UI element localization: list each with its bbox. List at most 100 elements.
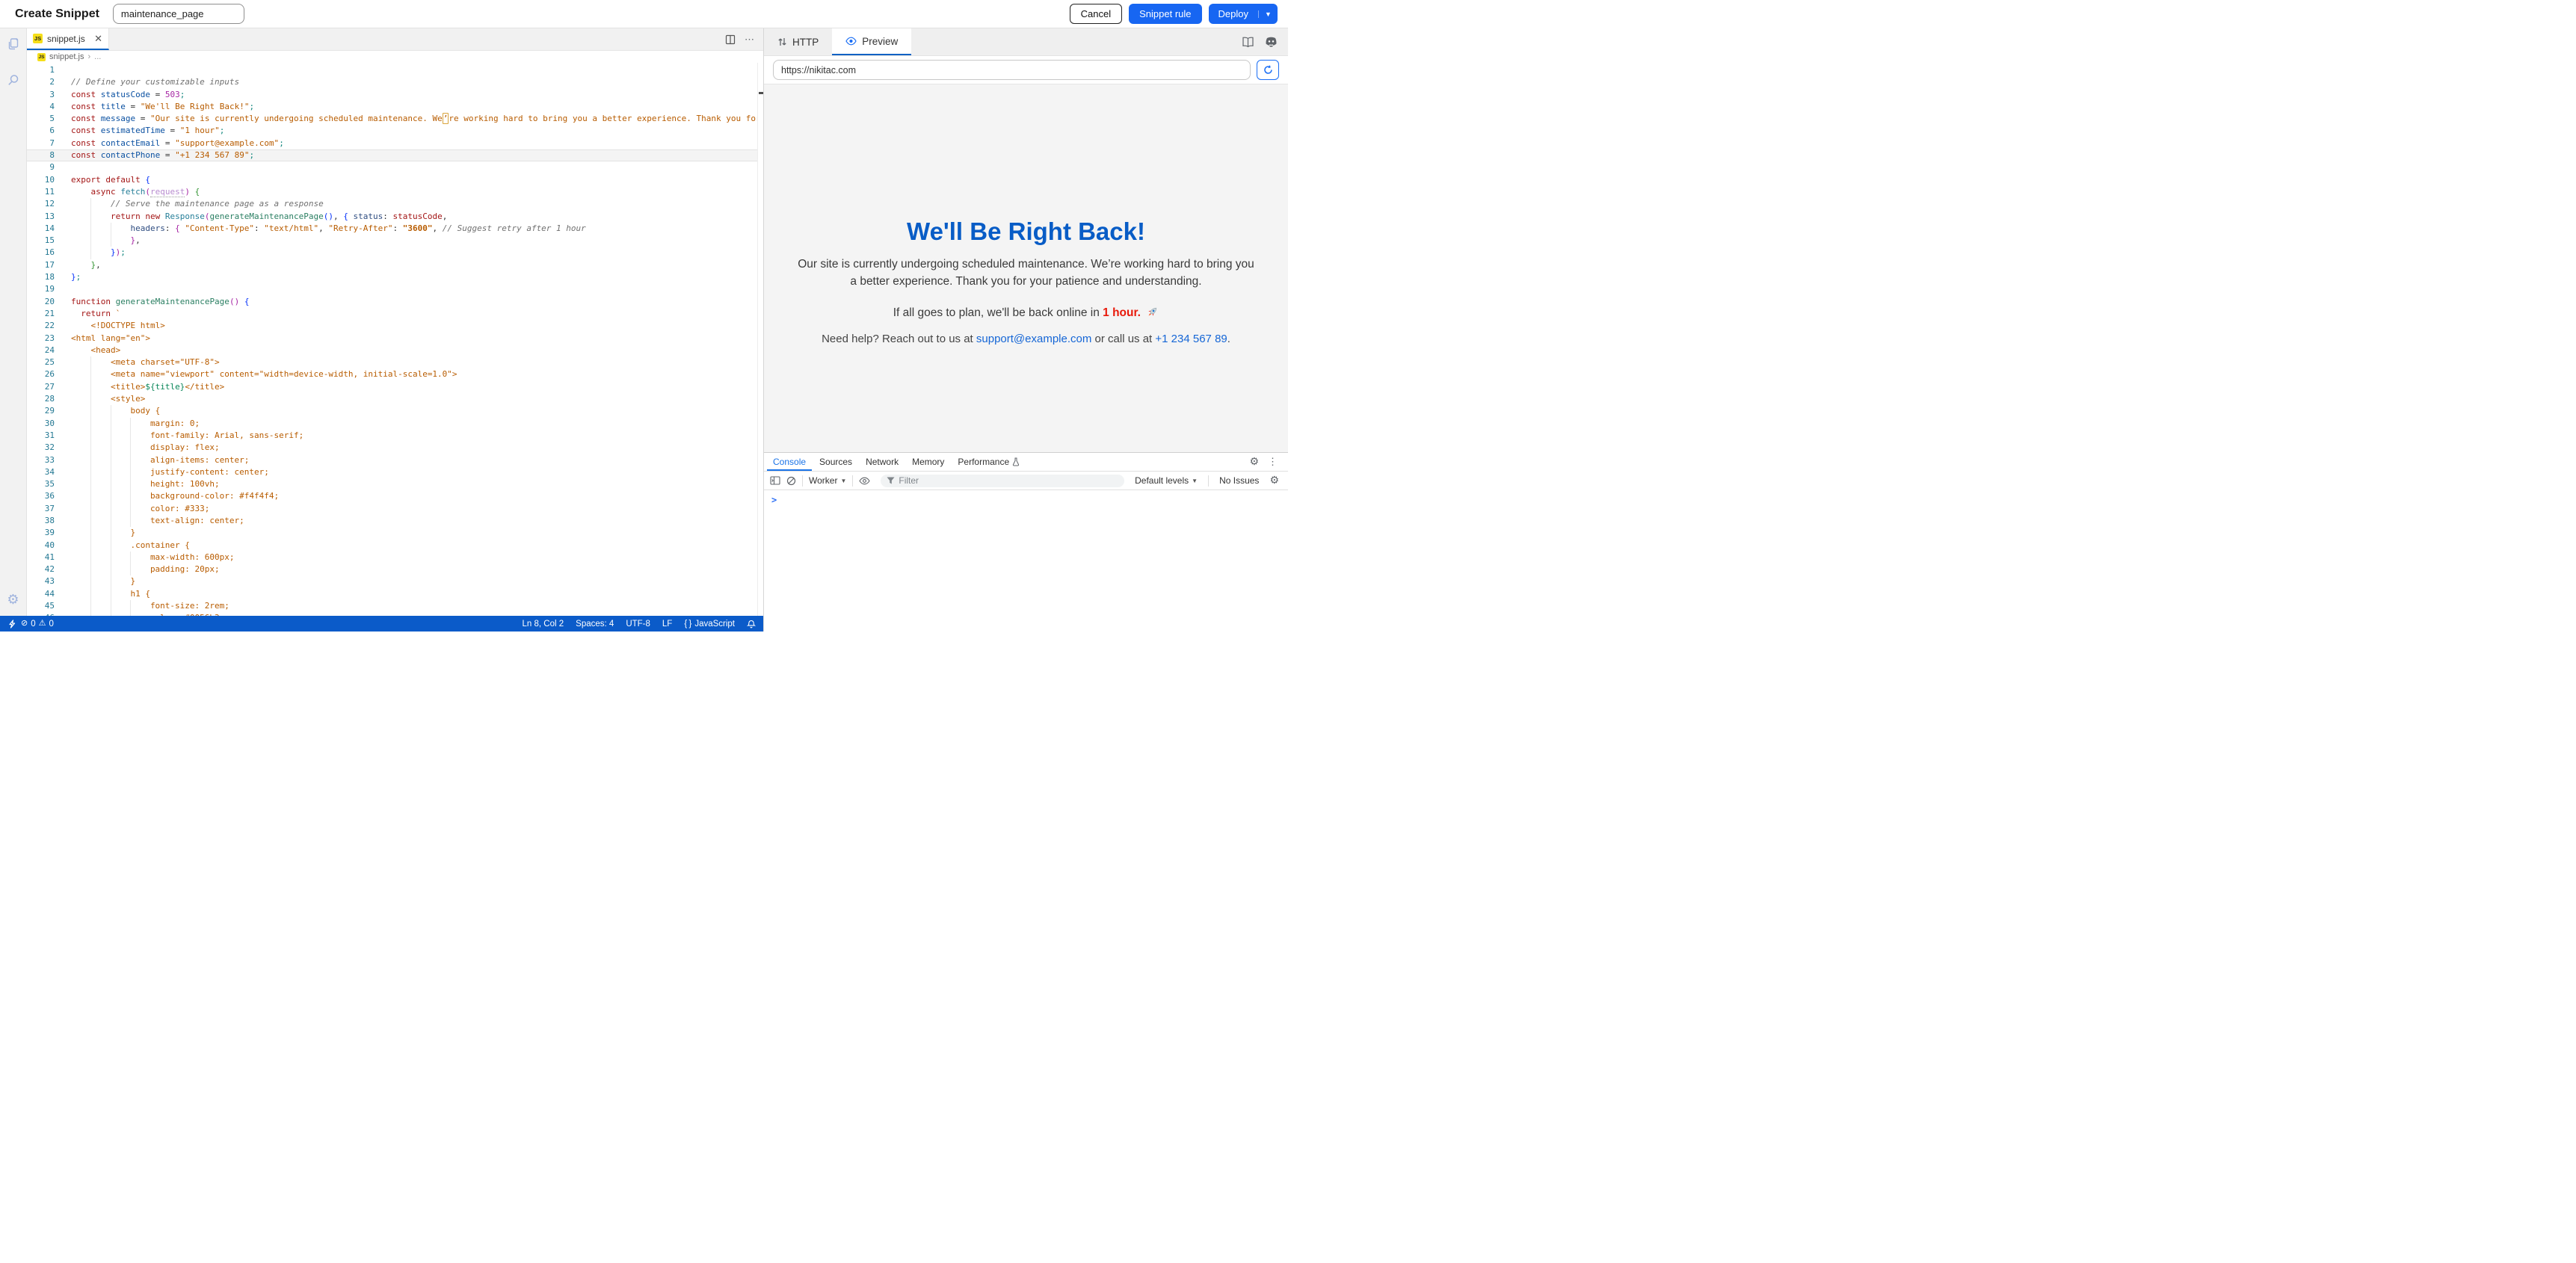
- cursor-position[interactable]: Ln 8, Col 2: [523, 620, 564, 629]
- code-line[interactable]: 9: [27, 161, 763, 173]
- breadcrumb-file[interactable]: snippet.js: [49, 52, 84, 61]
- code-line[interactable]: 25<meta charset="UTF-8">: [27, 356, 763, 368]
- notifications-bell-icon[interactable]: [747, 620, 756, 629]
- tab-memory[interactable]: Memory: [906, 453, 950, 471]
- code-line[interactable]: 18};: [27, 271, 763, 283]
- deploy-button[interactable]: Deploy: [1209, 8, 1258, 19]
- snippet-name-input[interactable]: [113, 4, 244, 24]
- code-line[interactable]: 14headers: { "Content-Type": "text/html"…: [27, 223, 763, 235]
- live-expression-eye-icon[interactable]: [859, 477, 870, 485]
- console-sidebar-icon[interactable]: [770, 476, 780, 485]
- tab-console[interactable]: Console: [767, 453, 812, 471]
- tab-sources[interactable]: Sources: [813, 453, 858, 471]
- files-icon[interactable]: [5, 36, 22, 52]
- tab-http[interactable]: HTTP: [764, 28, 832, 55]
- breadcrumb-more[interactable]: ...: [94, 52, 101, 61]
- code-line[interactable]: 46color: #0056b3;: [27, 612, 763, 616]
- discord-icon[interactable]: [1265, 37, 1278, 47]
- code-line[interactable]: 10export default {: [27, 174, 763, 186]
- code-line[interactable]: 33align-items: center;: [27, 454, 763, 466]
- braces-icon: { }: [684, 620, 691, 629]
- console-output[interactable]: >: [764, 490, 1288, 632]
- line-number: 30: [27, 418, 55, 430]
- context-selector[interactable]: Worker ▼: [809, 475, 846, 486]
- tab-network[interactable]: Network: [860, 453, 905, 471]
- code-line[interactable]: 20function generateMaintenancePage() {: [27, 296, 763, 308]
- code-line[interactable]: 27<title>${title}</title>: [27, 381, 763, 393]
- code-line[interactable]: 34justify-content: center;: [27, 466, 763, 478]
- close-icon[interactable]: ✕: [94, 34, 102, 43]
- overview-ruler[interactable]: [757, 63, 763, 616]
- log-levels-selector[interactable]: Default levels ▼: [1135, 475, 1198, 486]
- code-line[interactable]: 16});: [27, 247, 763, 259]
- code-line[interactable]: 43}: [27, 575, 763, 587]
- code-line[interactable]: 26<meta name="viewport" content="width=d…: [27, 368, 763, 380]
- devtools-settings-icon[interactable]: ⚙: [1249, 457, 1259, 467]
- code-line[interactable]: 42padding: 20px;: [27, 563, 763, 575]
- code-line[interactable]: 11async fetch(request) {: [27, 186, 763, 198]
- code-line[interactable]: 21return `: [27, 308, 763, 320]
- code-line[interactable]: 28<style>: [27, 393, 763, 405]
- code-line[interactable]: 12// Serve the maintenance page as a res…: [27, 198, 763, 210]
- console-filter-input[interactable]: Filter: [881, 475, 1124, 487]
- split-editor-icon[interactable]: [725, 34, 736, 45]
- search-icon[interactable]: [5, 72, 22, 88]
- eol-setting[interactable]: LF: [662, 620, 672, 629]
- preview-url-input[interactable]: [773, 60, 1251, 80]
- support-email-link[interactable]: support@example.com: [976, 333, 1091, 345]
- code-line[interactable]: 40.container {: [27, 540, 763, 552]
- code-line[interactable]: 1: [27, 64, 763, 76]
- code-line[interactable]: 4const title = "We'll Be Right Back!";: [27, 101, 763, 113]
- language-mode[interactable]: { } JavaScript: [684, 620, 735, 629]
- code-line[interactable]: 41max-width: 600px;: [27, 552, 763, 563]
- breadcrumb[interactable]: JS snippet.js › ...: [27, 51, 763, 63]
- code-line[interactable]: 38text-align: center;: [27, 515, 763, 527]
- indentation-setting[interactable]: Spaces: 4: [576, 620, 614, 629]
- snippet-rule-button[interactable]: Snippet rule: [1129, 4, 1201, 24]
- code-line[interactable]: 30margin: 0;: [27, 418, 763, 430]
- code-line[interactable]: 39}: [27, 527, 763, 539]
- line-number: 35: [27, 478, 55, 490]
- code-line[interactable]: 6const estimatedTime = "1 hour";: [27, 125, 763, 137]
- clear-console-icon[interactable]: [786, 476, 796, 486]
- console-settings-icon[interactable]: ⚙: [1269, 475, 1279, 486]
- code-line[interactable]: 15},: [27, 235, 763, 247]
- code-line[interactable]: 19: [27, 283, 763, 295]
- code-line[interactable]: 24<head>: [27, 345, 763, 356]
- code-line[interactable]: 31font-family: Arial, sans-serif;: [27, 430, 763, 442]
- docs-book-icon[interactable]: [1242, 37, 1254, 48]
- code-line[interactable]: 44h1 {: [27, 588, 763, 600]
- code-line[interactable]: 35height: 100vh;: [27, 478, 763, 490]
- code-line[interactable]: 22<!DOCTYPE html>: [27, 320, 763, 332]
- devtools-menu-icon[interactable]: ⋮: [1268, 456, 1278, 468]
- code-line[interactable]: 36background-color: #f4f4f4;: [27, 490, 763, 502]
- code-line[interactable]: 13return new Response(generateMaintenanc…: [27, 211, 763, 223]
- console-toolbar: Worker ▼: [764, 472, 1288, 490]
- issues-counter[interactable]: No Issues: [1219, 475, 1259, 486]
- tab-snippet-js[interactable]: JS snippet.js ✕: [27, 28, 109, 50]
- code-line[interactable]: 37color: #333;: [27, 503, 763, 515]
- code-line[interactable]: 8const contactPhone = "+1 234 567 89";: [27, 149, 763, 161]
- code-editor[interactable]: 12// Define your customizable inputs3con…: [27, 63, 763, 616]
- refresh-button[interactable]: [1257, 60, 1279, 80]
- code-line[interactable]: 23<html lang="en">: [27, 333, 763, 345]
- code-line[interactable]: 32display: flex;: [27, 442, 763, 454]
- code-line[interactable]: 29body {: [27, 405, 763, 417]
- code-line[interactable]: 3const statusCode = 503;: [27, 89, 763, 101]
- cancel-button[interactable]: Cancel: [1070, 4, 1122, 24]
- code-line[interactable]: 45font-size: 2rem;: [27, 600, 763, 612]
- code-line[interactable]: 7const contactEmail = "support@example.c…: [27, 138, 763, 149]
- code-line[interactable]: 17},: [27, 259, 763, 271]
- problems-indicator[interactable]: ⊘ 0 ⚠ 0: [21, 620, 54, 629]
- deploy-dropdown-button[interactable]: ▼: [1258, 10, 1278, 18]
- phone-link[interactable]: +1 234 567 89: [1155, 333, 1227, 345]
- tab-preview[interactable]: Preview: [832, 28, 911, 55]
- code-line[interactable]: 5const message = "Our site is currently …: [27, 113, 763, 125]
- more-actions-icon[interactable]: ⋯: [745, 34, 754, 46]
- tab-performance[interactable]: Performance: [952, 453, 1026, 471]
- remote-indicator-icon[interactable]: [7, 620, 16, 629]
- code-line[interactable]: 2// Define your customizable inputs: [27, 76, 763, 88]
- settings-gear-icon[interactable]: ⚙: [5, 592, 22, 608]
- encoding-setting[interactable]: UTF-8: [626, 620, 650, 629]
- error-icon: ⊘: [21, 620, 28, 628]
